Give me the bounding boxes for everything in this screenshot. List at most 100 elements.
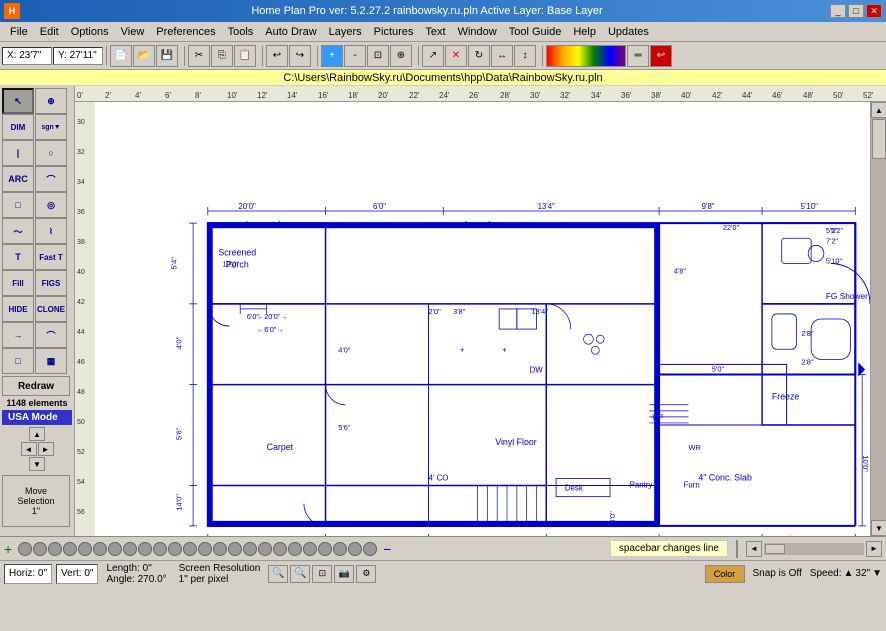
dot-24[interactable]	[363, 542, 377, 556]
undo-button[interactable]: ↩	[266, 45, 288, 67]
rect-tool-left[interactable]: □	[2, 192, 34, 218]
maximize-button[interactable]: □	[848, 4, 864, 18]
menu-help[interactable]: Help	[567, 24, 602, 40]
zoom-out-button[interactable]: -	[344, 45, 366, 67]
sign-tool[interactable]: sgn▼	[35, 114, 67, 140]
nav-right-button[interactable]: ►	[38, 442, 54, 456]
redraw-button[interactable]: Redraw	[2, 376, 70, 396]
zoom-settings-status[interactable]: ⚙	[356, 565, 376, 583]
oval-tool-left[interactable]: ◎	[35, 192, 67, 218]
menu-updates[interactable]: Updates	[602, 24, 655, 40]
dot-7[interactable]	[108, 542, 122, 556]
remove-button[interactable]: −	[383, 541, 391, 557]
undo-red-btn[interactable]: ↩	[650, 45, 672, 67]
scroll-thumb[interactable]	[872, 119, 886, 159]
speed-down-btn[interactable]: ▼	[872, 568, 882, 579]
minimize-button[interactable]: _	[830, 4, 846, 18]
mirror-tool-btn[interactable]: ↕	[514, 45, 536, 67]
menu-layers[interactable]: Layers	[323, 24, 368, 40]
h-scroll-thumb[interactable]	[765, 544, 785, 554]
fill-tool-left[interactable]: Fill	[2, 270, 34, 296]
dim-tool[interactable]: DIM	[2, 114, 34, 140]
menu-text[interactable]: Text	[419, 24, 451, 40]
menu-window[interactable]: Window	[452, 24, 503, 40]
flip-tool-btn[interactable]: ↔	[491, 45, 513, 67]
menu-edit[interactable]: Edit	[34, 24, 65, 40]
zoom-camera-status[interactable]: 📷	[334, 565, 354, 583]
menu-tools[interactable]: Tools	[222, 24, 260, 40]
color-box[interactable]: Color	[705, 565, 745, 583]
dot-4[interactable]	[63, 542, 77, 556]
text-tool-left[interactable]: T	[2, 244, 34, 270]
dot-13[interactable]	[198, 542, 212, 556]
new-button[interactable]: 📄	[110, 45, 132, 67]
menu-pictures[interactable]: Pictures	[368, 24, 420, 40]
move-selection-panel[interactable]: MoveSelection1"	[2, 475, 70, 527]
zoom-fit-status[interactable]: ⊡	[312, 565, 332, 583]
h-scroll-right[interactable]: ►	[866, 541, 882, 557]
zoom-fit-button[interactable]: ⊡	[367, 45, 389, 67]
grid-tool-left[interactable]: ▦	[35, 348, 67, 374]
zoom-in-button[interactable]: +	[321, 45, 343, 67]
menu-view[interactable]: View	[115, 24, 151, 40]
add-button[interactable]: +	[4, 541, 12, 557]
scroll-track[interactable]	[871, 118, 886, 520]
line-style-btn[interactable]: ═	[627, 45, 649, 67]
zoom-select-button[interactable]: ⊕	[390, 45, 412, 67]
fast-text-tool-left[interactable]: Fast T	[35, 244, 67, 270]
menu-preferences[interactable]: Preferences	[150, 24, 221, 40]
redo-button[interactable]: ↪	[289, 45, 311, 67]
dot-3[interactable]	[48, 542, 62, 556]
dot-19[interactable]	[288, 542, 302, 556]
clone-tool-left[interactable]: CLONE	[35, 296, 67, 322]
h-scroll-left[interactable]: ◄	[746, 541, 762, 557]
menu-file[interactable]: File	[4, 24, 34, 40]
arc-tool-left[interactable]: ARC	[2, 166, 34, 192]
dot-2[interactable]	[33, 542, 47, 556]
select-tool-left[interactable]: ↖	[2, 88, 34, 114]
dot-23[interactable]	[348, 542, 362, 556]
dot-9[interactable]	[138, 542, 152, 556]
bend-tool-left[interactable]: ⌒	[35, 322, 67, 348]
figs-tool-left[interactable]: FIGS	[35, 270, 67, 296]
vertical-scrollbar[interactable]: ▲ ▼	[870, 102, 886, 536]
dot-5[interactable]	[78, 542, 92, 556]
dot-22[interactable]	[333, 542, 347, 556]
menu-autodraw[interactable]: Auto Draw	[259, 24, 322, 40]
circle-tool-left[interactable]: ○	[35, 140, 67, 166]
nav-down-button[interactable]: ▼	[29, 457, 45, 471]
save-button[interactable]: 💾	[156, 45, 178, 67]
cut-button[interactable]: ✂	[188, 45, 210, 67]
h-scroll-track[interactable]	[764, 543, 864, 555]
arrow-tool-left[interactable]: →	[2, 322, 34, 348]
dot-18[interactable]	[273, 542, 287, 556]
dot-6[interactable]	[93, 542, 107, 556]
copy-button[interactable]: ⎘	[211, 45, 233, 67]
drawing-canvas[interactable]: 20'0" 6'0" 13'4" 9'8" 5'10" 7'2" 5'10" 5…	[95, 102, 870, 536]
speed-up-btn[interactable]: ▲	[844, 568, 854, 579]
zoom-in-status[interactable]: 🔍	[268, 565, 288, 583]
paste-button[interactable]: 📋	[234, 45, 256, 67]
dot-14[interactable]	[213, 542, 227, 556]
scroll-down-button[interactable]: ▼	[871, 520, 886, 536]
dot-15[interactable]	[228, 542, 242, 556]
dot-21[interactable]	[318, 542, 332, 556]
usa-mode-button[interactable]: USA Mode	[2, 410, 72, 425]
line-tool-left[interactable]: |	[2, 140, 34, 166]
menu-options[interactable]: Options	[65, 24, 115, 40]
scroll-up-button[interactable]: ▲	[871, 102, 886, 118]
color-bar[interactable]	[546, 45, 626, 67]
dot-1[interactable]	[18, 542, 32, 556]
zoom-out-status[interactable]: 🔍	[290, 565, 310, 583]
nav-left-button[interactable]: ◄	[21, 442, 37, 456]
menu-toolguide[interactable]: Tool Guide	[503, 24, 568, 40]
dot-11[interactable]	[168, 542, 182, 556]
delete-tool-btn[interactable]: ✕	[445, 45, 467, 67]
close-button[interactable]: ✕	[866, 4, 882, 18]
curve-tool-left[interactable]: ⌒	[35, 166, 67, 192]
wave-tool-left[interactable]: 〜	[2, 218, 34, 244]
dot-16[interactable]	[243, 542, 257, 556]
dot-20[interactable]	[303, 542, 317, 556]
stair-tool-left[interactable]: ⌇	[35, 218, 67, 244]
box-tool-left[interactable]: □	[2, 348, 34, 374]
